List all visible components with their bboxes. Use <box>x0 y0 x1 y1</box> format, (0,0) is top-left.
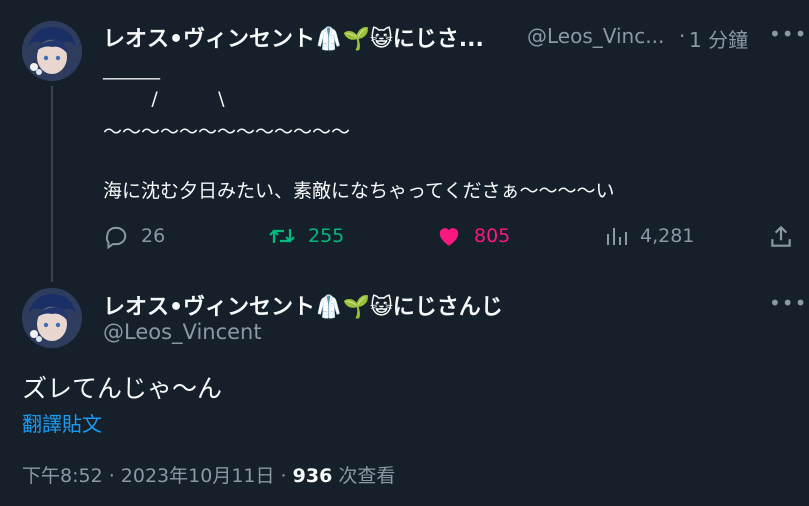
avatar-image <box>22 288 82 348</box>
parent-body-line-2: / \ <box>103 88 225 110</box>
parent-separator: · <box>679 24 686 48</box>
avatar-image <box>22 21 82 81</box>
retweet-button[interactable]: 255 <box>268 223 344 249</box>
reply-button[interactable]: 26 <box>103 223 165 249</box>
tweet-meta: 下午8:52 · 2023年10月11日 · 936 次查看 <box>22 461 395 488</box>
reply-icon <box>103 223 129 249</box>
timestamp[interactable]: 下午8:52 · 2023年10月11日 · <box>22 465 287 487</box>
parent-display-name[interactable]: レオス•ヴィンセント🥼🌱😺にじさ... <box>103 21 484 53</box>
views-chart-icon <box>604 223 628 249</box>
main-display-name[interactable]: レオス•ヴィンセント🥼🌱😺にじさんじ <box>103 289 503 321</box>
views-value: 936 <box>292 465 333 487</box>
views-button[interactable]: 4,281 <box>604 223 694 249</box>
parent-body-line-1: ______ <box>103 58 160 80</box>
thread-connector-line <box>51 86 53 282</box>
main-tweet-text: ズレてんじゃ〜ん <box>22 374 223 403</box>
main-handle[interactable]: @Leos_Vincent <box>103 320 262 344</box>
translate-post-link[interactable]: 翻譯貼文 <box>22 408 102 437</box>
retweet-icon <box>268 223 296 249</box>
share-button[interactable] <box>768 224 794 254</box>
reply-count: 26 <box>141 225 166 247</box>
parent-body-line-3: 〜〜〜〜〜〜〜〜〜〜〜〜〜 <box>103 121 351 143</box>
view-count: 4,281 <box>640 225 695 247</box>
parent-time[interactable]: 1 分鐘 <box>689 24 748 53</box>
views-label: 次查看 <box>338 465 396 487</box>
parent-body-line-5: 海に沈む夕日みたい、素敵になちゃってくださぁ〜〜〜〜い <box>103 180 615 202</box>
retweet-count: 255 <box>308 225 345 247</box>
avatar[interactable] <box>22 288 82 348</box>
share-icon <box>771 225 791 247</box>
like-button[interactable]: 805 <box>436 223 510 249</box>
parent-more-button[interactable]: ••• <box>769 22 807 46</box>
heart-icon <box>436 223 462 249</box>
avatar[interactable] <box>22 21 82 81</box>
main-more-button[interactable]: ••• <box>769 291 807 315</box>
parent-handle[interactable]: @Leos_Vinc... <box>527 24 664 48</box>
like-count: 805 <box>474 225 511 247</box>
